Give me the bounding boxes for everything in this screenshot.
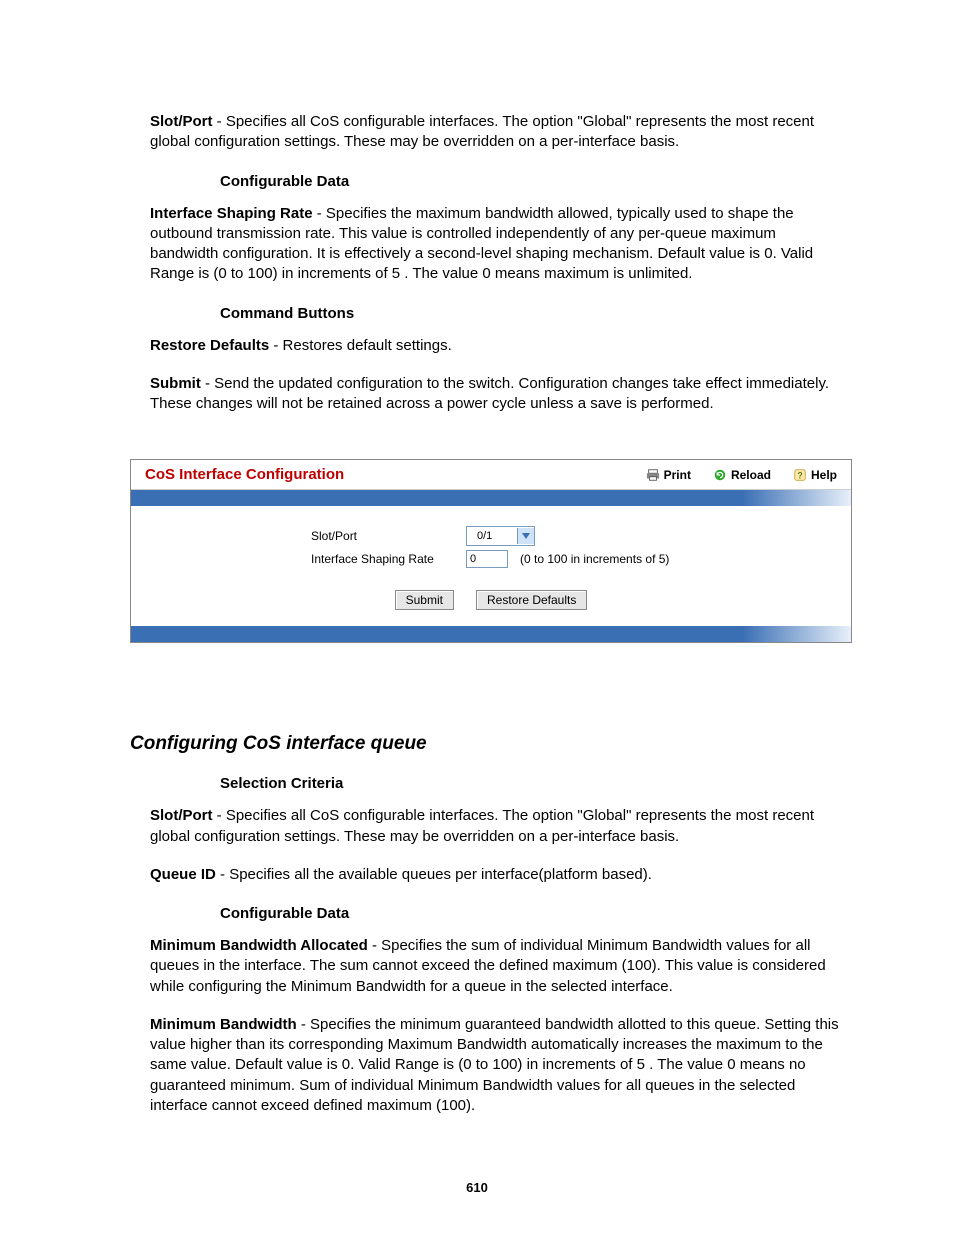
shaping-rate-input[interactable] — [466, 550, 508, 568]
shaping-rate-field-label: Interface Shaping Rate — [161, 552, 466, 566]
slot-port-text-2: - Specifies all CoS configurable interfa… — [150, 807, 814, 844]
min-bw-para: Minimum Bandwidth - Specifies the minimu… — [150, 1015, 844, 1116]
help-icon: ? — [793, 468, 807, 482]
shaping-rate-row: Interface Shaping Rate (0 to 100 in incr… — [161, 550, 821, 568]
slot-port-label: Slot/Port — [150, 113, 213, 130]
slot-port-row: Slot/Port 0/1 — [161, 526, 821, 546]
shaping-para: Interface Shaping Rate - Specifies the m… — [150, 204, 844, 285]
chevron-down-icon — [517, 528, 534, 544]
restore-label: Restore Defaults — [150, 337, 269, 354]
queue-id-label: Queue ID — [150, 866, 216, 883]
configurable-data-heading: Configurable Data — [220, 173, 844, 190]
restore-text: - Restores default settings. — [269, 337, 452, 354]
slot-port-text: - Specifies all CoS configurable interfa… — [150, 113, 814, 150]
slot-port-select-value: 0/1 — [467, 530, 517, 542]
shaping-label: Interface Shaping Rate — [150, 205, 313, 222]
cos-interface-config-panel: CoS Interface Configuration Print Reload — [130, 459, 852, 643]
panel-actions: Print Reload ? Help — [646, 468, 837, 482]
min-bw-alloc-para: Minimum Bandwidth Allocated - Specifies … — [150, 936, 844, 997]
submit-button[interactable]: Submit — [395, 590, 454, 610]
print-label: Print — [664, 468, 691, 482]
submit-para: Submit - Send the updated configuration … — [150, 374, 844, 415]
panel-button-row: Submit Restore Defaults — [161, 590, 821, 610]
panel-bottom-bar — [131, 626, 851, 642]
panel-title: CoS Interface Configuration — [145, 466, 344, 483]
min-bw-label: Minimum Bandwidth — [150, 1016, 297, 1033]
configurable-data-heading-2: Configurable Data — [220, 905, 844, 922]
section-title-queue: Configuring CoS interface queue — [130, 733, 844, 755]
slot-port-para: Slot/Port - Specifies all CoS configurab… — [150, 112, 844, 153]
restore-defaults-button[interactable]: Restore Defaults — [476, 590, 587, 610]
help-label: Help — [811, 468, 837, 482]
help-link[interactable]: ? Help — [793, 468, 837, 482]
command-buttons-heading: Command Buttons — [220, 305, 844, 322]
slot-port-label-2: Slot/Port — [150, 807, 213, 824]
panel-header: CoS Interface Configuration Print Reload — [131, 460, 851, 490]
min-bw-alloc-label: Minimum Bandwidth Allocated — [150, 937, 368, 954]
reload-icon — [713, 468, 727, 482]
print-icon — [646, 468, 660, 482]
panel-body: Slot/Port 0/1 Interface Shaping Rate (0 … — [131, 506, 851, 626]
page-number: 610 — [0, 1180, 954, 1195]
queue-id-para: Queue ID - Specifies all the available q… — [150, 865, 844, 885]
slot-port-field-label: Slot/Port — [161, 529, 466, 543]
panel-top-bar — [131, 490, 851, 506]
slot-port-select[interactable]: 0/1 — [466, 526, 535, 546]
queue-id-text: - Specifies all the available queues per… — [216, 866, 652, 883]
submit-label: Submit — [150, 375, 201, 392]
reload-link[interactable]: Reload — [713, 468, 771, 482]
shaping-rate-hint: (0 to 100 in increments of 5) — [520, 552, 669, 566]
restore-para: Restore Defaults - Restores default sett… — [150, 336, 844, 356]
slot-port-para-2: Slot/Port - Specifies all CoS configurab… — [150, 806, 844, 847]
print-link[interactable]: Print — [646, 468, 691, 482]
reload-label: Reload — [731, 468, 771, 482]
selection-criteria-heading: Selection Criteria — [220, 775, 844, 792]
svg-text:?: ? — [797, 470, 802, 480]
submit-text: - Send the updated configuration to the … — [150, 375, 829, 412]
